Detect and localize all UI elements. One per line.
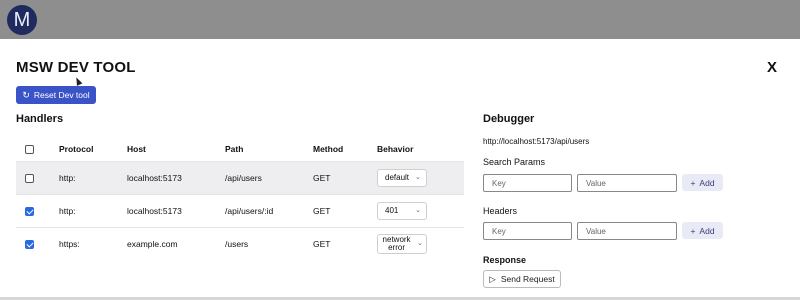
table-row: https: example.com /users GET network er…	[16, 226, 464, 260]
protocol-cell: http:	[59, 160, 127, 194]
plus-icon: +	[690, 177, 696, 188]
path-cell: /api/users/:id	[225, 193, 313, 227]
chevron-down-icon: ⌄	[417, 239, 423, 247]
column-header: Method	[313, 144, 344, 155]
select-all-checkbox[interactable]	[25, 145, 34, 155]
debugger-url: http://localhost:5173/api/users	[483, 137, 590, 146]
search-param-key-input[interactable]	[483, 174, 572, 192]
add-header-button[interactable]: + Add	[682, 222, 723, 239]
column-header: Behavior	[377, 144, 414, 155]
behavior-select[interactable]: 401 ⌄	[377, 201, 427, 220]
behavior-value: network error	[382, 234, 411, 252]
header-value-input[interactable]	[577, 222, 677, 240]
header-key-input[interactable]	[483, 222, 572, 240]
search-param-value-input[interactable]	[577, 174, 677, 192]
protocol-cell: https:	[59, 226, 127, 260]
column-header: Host	[127, 144, 146, 155]
send-request-button[interactable]: ▷ Send Request	[483, 270, 561, 288]
page-title: MSW DEV TOOL	[16, 59, 136, 76]
response-label: Response	[483, 255, 527, 265]
host-cell: localhost:5173	[127, 193, 225, 227]
refresh-icon: ↻	[22, 89, 30, 100]
add-button-label: Add	[699, 225, 715, 236]
behavior-value: 401	[385, 205, 399, 215]
handlers-table: Protocol Host Path Method Behavior http:…	[16, 138, 464, 260]
column-header: Path	[225, 144, 244, 155]
play-icon: ▷	[489, 273, 496, 284]
path-cell: /users	[225, 226, 313, 260]
table-row: http: localhost:5173 /api/users/:id GET …	[16, 193, 464, 227]
add-search-param-button[interactable]: + Add	[682, 174, 723, 191]
top-bar: M	[0, 0, 800, 39]
plus-icon: +	[690, 225, 696, 236]
chevron-down-icon: ⌄	[415, 206, 421, 214]
reset-button-label: Reset Dev tool	[33, 90, 90, 100]
behavior-select[interactable]: default ⌄	[377, 168, 427, 187]
reset-dev-tool-button[interactable]: ↻ Reset Dev tool	[16, 86, 96, 104]
debugger-heading: Debugger	[483, 113, 535, 125]
table-row: http: localhost:5173 /api/users GET defa…	[16, 160, 464, 194]
method-cell: GET	[313, 226, 377, 260]
path-cell: /api/users	[225, 160, 313, 194]
behavior-select[interactable]: network error ⌄	[377, 233, 427, 254]
column-header: Protocol	[59, 144, 94, 155]
row-checkbox[interactable]	[25, 239, 34, 249]
add-button-label: Add	[699, 177, 715, 188]
dev-tool-panel: MSW DEV TOOL X ↻ Reset Dev tool Handlers…	[0, 39, 800, 300]
protocol-cell: http:	[59, 193, 127, 227]
headers-label: Headers	[483, 206, 518, 216]
search-params-label: Search Params	[483, 157, 546, 167]
behavior-value: default	[385, 172, 410, 182]
table-header-row: Protocol Host Path Method Behavior	[16, 138, 464, 161]
row-checkbox[interactable]	[25, 206, 34, 216]
host-cell: localhost:5173	[127, 160, 225, 194]
method-cell: GET	[313, 160, 377, 194]
chevron-down-icon: ⌄	[415, 173, 421, 181]
handlers-heading: Handlers	[16, 113, 64, 125]
send-button-label: Send Request	[500, 274, 555, 284]
method-cell: GET	[313, 193, 377, 227]
close-button[interactable]: X	[767, 59, 777, 76]
host-cell: example.com	[127, 226, 225, 260]
avatar[interactable]: M	[7, 5, 37, 35]
row-checkbox[interactable]	[25, 173, 34, 183]
